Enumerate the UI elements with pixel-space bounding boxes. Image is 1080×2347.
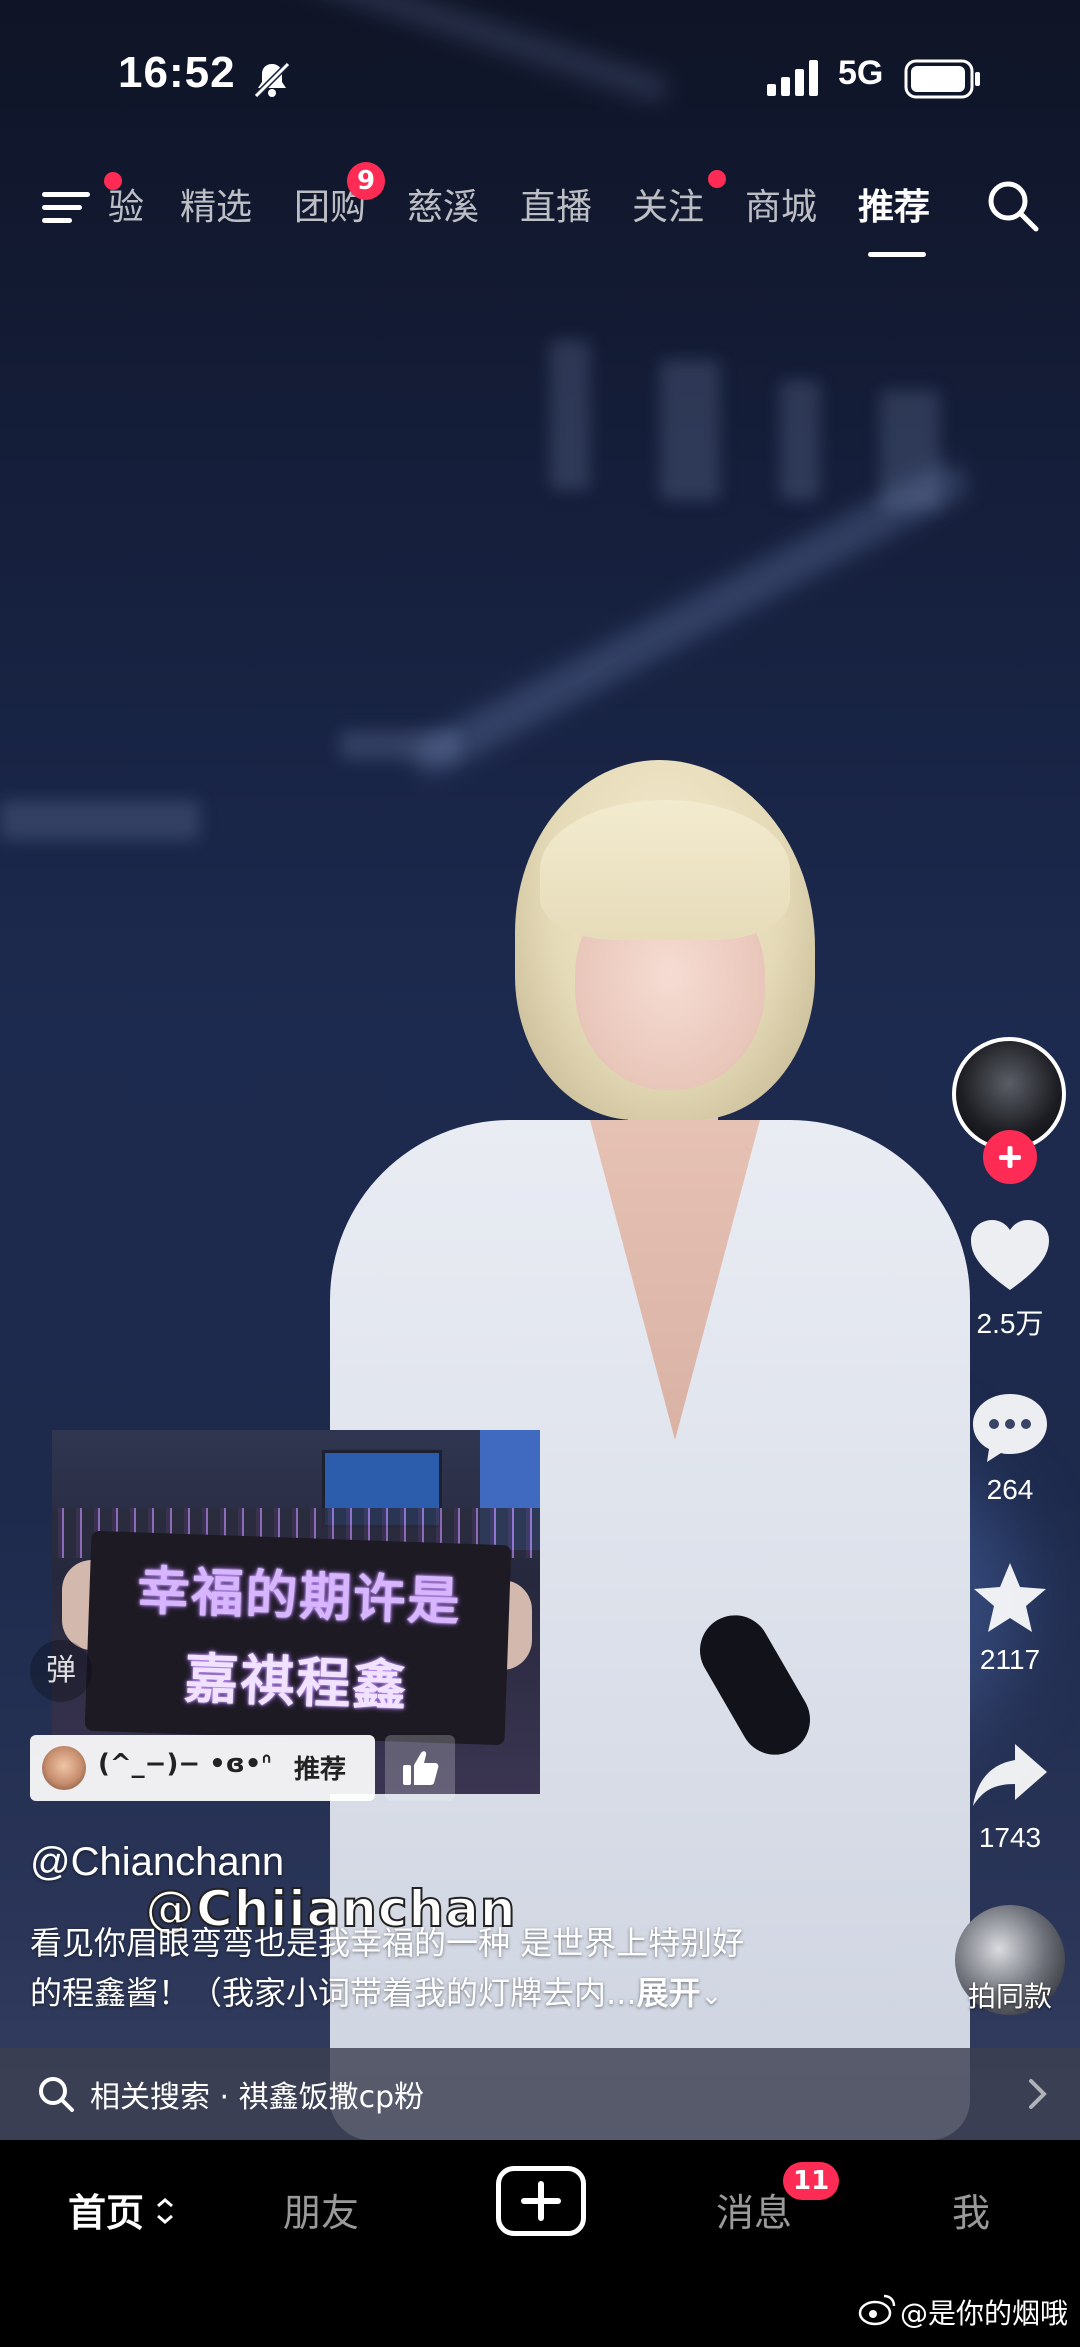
messages-badge: 11 [783, 2162, 840, 2200]
like-button[interactable]: 2.5万 [950, 1218, 1070, 1342]
weibo-icon [858, 2294, 896, 2326]
bokeh-light [660, 360, 720, 500]
plus-icon [999, 1146, 1021, 1168]
menu-icon-line [42, 205, 82, 210]
same-style-label[interactable]: 拍同款 [950, 1975, 1070, 2015]
danmaku-button[interactable]: 弹 [30, 1640, 92, 1702]
nav-friends[interactable]: 朋友 [283, 2182, 359, 2237]
description-line2: 的程鑫酱！（我家小词带着我的灯牌去内...展开⌄ [30, 1968, 850, 2021]
mute-icon [253, 61, 291, 99]
tab-mall[interactable]: 商城 [745, 178, 817, 230]
network-label: 5G [838, 54, 884, 92]
bokeh-light [0, 800, 200, 840]
expand-link[interactable]: 展开 [637, 1974, 701, 2012]
tab-following-dot [708, 170, 726, 188]
recommend-like-button[interactable] [385, 1735, 455, 1801]
signal-icon [767, 60, 818, 96]
description-line2-text: 的程鑫酱！（我家小词带着我的灯牌去内... [30, 1974, 637, 2012]
chevron-right-icon [1029, 2079, 1047, 2109]
tab-following[interactable]: 关注 [632, 178, 704, 230]
create-button[interactable] [496, 2166, 586, 2236]
tab-recommended[interactable]: 推荐 [858, 178, 930, 230]
menu-icon [42, 192, 90, 197]
share-icon [973, 1744, 1047, 1806]
comment-icon [973, 1394, 1047, 1462]
menu-icon-line [42, 218, 72, 223]
sign-text-line2: 嘉祺程鑫 [183, 1647, 410, 1718]
related-search-text: 相关搜索 · 祺鑫饭撒cp粉 [90, 2080, 425, 2115]
status-bar: 16:52 5G [0, 40, 1080, 120]
recommender-name: (^_−)− •ɞ•ᐢ [98, 1749, 272, 1779]
author-handle[interactable]: @Chianchann [30, 1840, 284, 1885]
fan-light-sign: 幸福的期许是 嘉祺程鑫 [84, 1530, 512, 1746]
weibo-credit: @是你的烟哦 [900, 2297, 1069, 2330]
chevron-down-icon: ⌄ [700, 1981, 723, 2011]
nav-me[interactable]: 我 [952, 2182, 990, 2237]
search-icon [39, 2077, 74, 2112]
tab-live[interactable]: 直播 [520, 178, 592, 230]
swap-icon[interactable] [154, 2196, 176, 2226]
favorite-count: 2117 [979, 1644, 1041, 1675]
tab-partial[interactable]: 验 [108, 178, 144, 230]
thumbs-up-icon [403, 1751, 439, 1785]
bokeh-light [780, 380, 820, 500]
comment-button[interactable]: 264 [950, 1390, 1070, 1506]
like-count: 2.5万 [976, 1308, 1044, 1339]
recommender-bar[interactable]: (^_−)− •ɞ•ᐢ 推荐 [30, 1735, 375, 1801]
share-button[interactable]: 1743 [950, 1738, 1070, 1854]
video-description[interactable]: 看见你眉眼弯弯也是我幸福的一种 是世界上特别好 的程鑫酱！（我家小词带着我的灯牌… [30, 1918, 850, 2021]
battery-icon [904, 59, 980, 99]
search-icon[interactable] [985, 178, 1041, 234]
tab-local[interactable]: 慈溪 [407, 178, 479, 230]
recommend-tag: 推荐 [294, 1755, 347, 1785]
menu-button[interactable] [42, 182, 98, 232]
video-player[interactable] [0, 0, 1080, 2140]
tab-group-buy-badge: 9 [347, 162, 386, 200]
description-line1: 看见你眉眼弯弯也是我幸福的一种 是世界上特别好 [30, 1924, 745, 1962]
bokeh-light [550, 340, 590, 490]
share-count: 1743 [978, 1822, 1042, 1853]
nav-home[interactable]: 首页 [68, 2182, 144, 2237]
favorite-button[interactable]: 2117 [950, 1560, 1070, 1676]
bokeh-light [340, 730, 460, 760]
nav-messages[interactable]: 消息 [716, 2182, 792, 2237]
comment-count: 264 [986, 1474, 1034, 1505]
related-search-bar[interactable]: 相关搜索 · 祺鑫饭撒cp粉 [0, 2048, 1080, 2140]
bottom-nav: 首页 朋友 消息 11 我 @是你的烟哦 [0, 2140, 1080, 2347]
performer-bangs [540, 800, 790, 940]
active-tab-indicator [868, 252, 926, 257]
heart-icon [971, 1220, 1049, 1290]
status-time: 16:52 [118, 48, 236, 97]
tab-featured[interactable]: 精选 [180, 178, 252, 230]
sign-text-line1: 幸福的期许是 [136, 1561, 463, 1633]
recommender-avatar [42, 1746, 86, 1790]
bokeh-light [880, 390, 940, 510]
follow-button[interactable] [983, 1130, 1037, 1184]
top-nav: 验 精选 团购 9 慈溪 直播 关注 商城 推荐 [0, 160, 1080, 260]
star-icon [974, 1563, 1046, 1632]
